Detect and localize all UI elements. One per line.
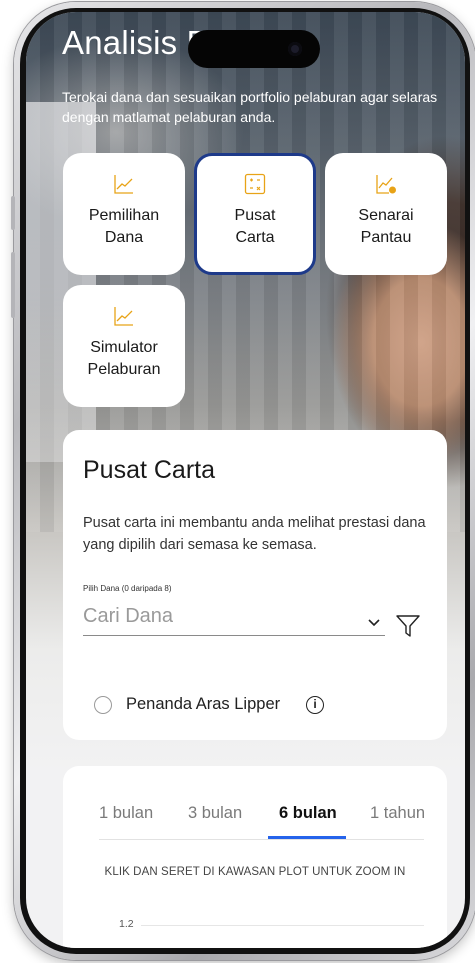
tab-1-bulan[interactable]: 1 bulan [99, 804, 153, 823]
chart-gridline [141, 925, 424, 926]
camera-icon [288, 42, 302, 56]
tile-label-line1: Simulator [90, 339, 158, 356]
tile-label-line1: Pemilihan [88, 207, 160, 224]
dynamic-island [188, 30, 320, 68]
tile-label-line1: Pusat [234, 207, 276, 224]
section-description: Pusat carta ini membantu anda melihat pr… [83, 515, 426, 553]
zoom-hint: KLIK DAN SERET DI KAWASAN PLOT UNTUK ZOO… [104, 866, 406, 878]
tile-senarai-pantau[interactable]: Senarai Pantau [325, 153, 447, 275]
app-screen: Analisis Dana Terokai dana dan sesuaikan… [26, 12, 465, 948]
page-subtitle: Terokai dana dan sesuaikan portfolio pel… [62, 89, 438, 125]
section-title: Pusat Carta [83, 456, 216, 484]
side-button-upper [11, 196, 15, 230]
tile-simulator-pelaburan[interactable]: Simulator Pelaburan [63, 285, 185, 407]
tile-pusat-carta[interactable]: Pusat Carta [194, 153, 316, 275]
tile-pemilihan-dana[interactable]: Pemilihan Dana [63, 153, 185, 275]
tile-label-line2: Pelaburan [87, 361, 161, 378]
period-tabs: 1 bulan 3 bulan 6 bulan 1 tahun [63, 766, 447, 846]
side-button-middle [11, 252, 15, 318]
info-icon[interactable]: i [306, 696, 324, 714]
chevron-down-icon[interactable] [367, 618, 381, 628]
chart-card: 1 bulan 3 bulan 6 bulan 1 tahun KLIK DAN… [63, 766, 447, 948]
tab-6-bulan[interactable]: 6 bulan [279, 804, 337, 823]
selected-tab-indicator [268, 836, 346, 839]
filter-icon[interactable] [395, 613, 421, 639]
lipper-benchmark-radio[interactable] [94, 696, 112, 714]
tile-label-line1: Senarai [358, 207, 414, 224]
tabs-divider [99, 839, 424, 840]
fund-select-label: Pilih Dana (0 daripada 8) [83, 584, 172, 593]
pusat-carta-card: Pusat Carta Pusat carta ini membantu and… [63, 430, 447, 740]
tab-3-bulan[interactable]: 3 bulan [188, 804, 242, 823]
lipper-benchmark-label: Penanda Aras Lipper [126, 695, 281, 713]
line-chart-icon [114, 307, 133, 326]
tab-1-tahun[interactable]: 1 tahun [370, 804, 425, 823]
y-axis-tick: 1.2 [119, 918, 134, 930]
tile-label-line2: Carta [235, 229, 275, 246]
fund-search-input[interactable] [83, 598, 385, 636]
watchlist-chart-icon [376, 175, 396, 194]
tile-label-line2: Dana [104, 229, 144, 246]
line-chart-icon [114, 175, 133, 194]
tile-label-line2: Pantau [360, 229, 412, 246]
grid-chart-icon [244, 173, 266, 195]
